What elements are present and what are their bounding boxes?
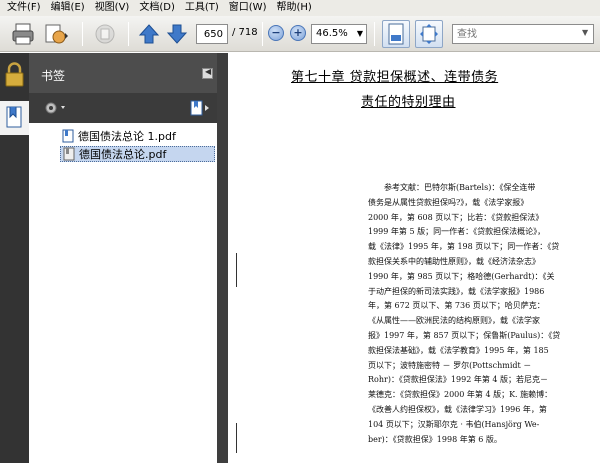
reference-line: 莱德克：《贷款担保》2000 年第 4 版；K. 施赖博： — [368, 390, 553, 400]
chapter-heading-continued: 责任的特别理由 — [361, 95, 456, 110]
reference-line: Rohr)：《贷款担保法》1992 年第 4 版；若尼克－ — [368, 375, 549, 385]
options-button[interactable] — [43, 100, 69, 116]
share-button[interactable] — [42, 21, 72, 47]
bookmark-panel-header: 书签 ◀ — [29, 53, 217, 93]
reference-line: 2000 年，第 608 页以下；比若：《贷款担保法》 — [368, 212, 544, 222]
panel-title: 书签 — [41, 69, 66, 83]
document-page[interactable]: 第七十章 贷款担保概述、连带债务 责任的特别理由 参考文献：巴特尔斯(Barte… — [228, 53, 600, 463]
bookmark-icon — [6, 106, 22, 128]
reference-line: 1999 年第 5 版；同一作者：《贷款担保法概论》， — [368, 227, 546, 237]
share-icon — [45, 24, 68, 44]
menu-file[interactable]: 文件(F) — [2, 0, 46, 16]
document-icon — [63, 147, 75, 161]
zoom-value: 46.5% — [316, 28, 348, 39]
fit-page-icon — [388, 23, 404, 45]
menu-help[interactable]: 帮助(H) — [271, 0, 316, 16]
zoom-out-button[interactable]: − — [268, 25, 284, 41]
plus-icon: + — [293, 26, 303, 39]
reference-line: ber)：《贷款担保》1998 年第 6 版。 — [368, 434, 502, 444]
comment-button[interactable] — [92, 21, 118, 47]
bookmark-list: 德国债法总论 1.pdf 德国债法总论.pdf — [29, 123, 217, 463]
bookmarks-panel-button[interactable] — [0, 101, 29, 135]
print-button[interactable] — [10, 21, 36, 47]
reference-line: 参考文献：巴特尔斯(Bartels)：《保全连带 — [384, 183, 536, 192]
panel-collapse-button[interactable]: ◀ — [202, 67, 213, 79]
zoom-in-button[interactable]: + — [290, 25, 306, 41]
panel-splitter[interactable] — [217, 53, 228, 463]
arrow-down-icon — [166, 24, 188, 44]
total-pages-label: / 718 — [232, 27, 258, 38]
reference-line: 年，第 672 页以下、第 736 页以下；哈贝萨克： — [368, 301, 545, 311]
menu-view[interactable]: 视图(V) — [90, 0, 135, 16]
fit-page-button[interactable] — [382, 20, 410, 48]
security-button[interactable] — [0, 61, 29, 95]
comment-icon — [95, 24, 115, 44]
reference-line: 《从属性——欧洲民法的结构原则》，载《法学家 — [368, 316, 540, 326]
reference-line: 于动产担保的新司法实践》，载《法学家报》1986 — [368, 286, 545, 296]
margin-mark — [236, 253, 237, 287]
navigation-icon-bar — [0, 53, 29, 463]
zoom-select[interactable]: 46.5% ▼ — [311, 24, 367, 44]
minus-icon: − — [271, 26, 281, 39]
chevron-down-icon: ▼ — [582, 28, 589, 37]
menu-document[interactable]: 文档(D) — [134, 0, 180, 16]
chevron-left-icon: ◀ — [205, 67, 212, 76]
reference-line: 债务是从属性贷款担保吗?》，载《法学家报》 — [368, 197, 529, 207]
full-screen-button[interactable] — [415, 20, 443, 48]
document-icon — [62, 129, 74, 143]
reference-line: 载《法律》1995 年，第 198 页以下；同一作者：《贷 — [368, 242, 560, 252]
reference-line: 款担保法基础》，载《法学教育》1995 年，第 185 — [368, 345, 549, 355]
bookmark-item[interactable]: 德国债法总论 1.pdf — [62, 128, 176, 144]
previous-page-button[interactable] — [138, 23, 160, 45]
lock-icon — [5, 62, 24, 87]
menu-edit[interactable]: 编辑(E) — [46, 0, 90, 16]
toolbar: / 718 − + 46.5% ▼ ▼ — [0, 16, 600, 52]
full-screen-icon — [420, 24, 438, 44]
chevron-down-icon: ▼ — [356, 29, 363, 38]
search-input[interactable] — [452, 24, 594, 44]
page-number-input[interactable] — [196, 24, 228, 44]
reference-line: 报》1997 年，第 857 页以下；保鲁斯(Paulus)：《贷 — [368, 330, 561, 340]
gear-icon — [45, 102, 65, 114]
expand-bookmark-button[interactable] — [189, 100, 211, 116]
menu-bar: 文件(F) 编辑(E) 视图(V) 文档(D) 工具(T) 窗口(W) 帮助(H… — [0, 0, 600, 16]
printer-icon — [12, 23, 34, 45]
next-page-button[interactable] — [166, 23, 188, 45]
menu-tools[interactable]: 工具(T) — [180, 0, 224, 16]
margin-mark — [236, 423, 237, 453]
reference-line: 104 页以下；汉斯耶尔克 · 韦伯(Hansjörg We- — [368, 419, 540, 429]
reference-line: 1990 年，第 985 页以下；格哈德(Gerhardt)：《关 — [368, 271, 555, 281]
reference-line: 页以下；波特施密特 － 罗尔(Pottschmidt － — [368, 360, 532, 370]
bookmark-expand-icon — [190, 100, 209, 116]
chapter-heading: 第七十章 贷款担保概述、连带债务 — [291, 70, 499, 85]
bookmark-item-selected[interactable]: 德国债法总论.pdf — [60, 146, 215, 162]
references-paragraph: 参考文献：巴特尔斯(Bartels)：《保全连带 债务是从属性贷款担保吗?》，载… — [368, 181, 598, 447]
bookmark-label: 德国债法总论.pdf — [79, 148, 167, 161]
menu-window[interactable]: 窗口(W) — [224, 0, 272, 16]
bookmark-label: 德国债法总论 1.pdf — [78, 130, 176, 143]
bookmark-tools — [29, 93, 217, 123]
arrow-up-icon — [138, 24, 160, 44]
reference-line: 款担保关系中的辅助性原则》，载《经济法杂志》 — [368, 256, 540, 266]
reference-line: 《改善人约担保权》，载《法律学习》1996 年，第 — [368, 404, 547, 414]
